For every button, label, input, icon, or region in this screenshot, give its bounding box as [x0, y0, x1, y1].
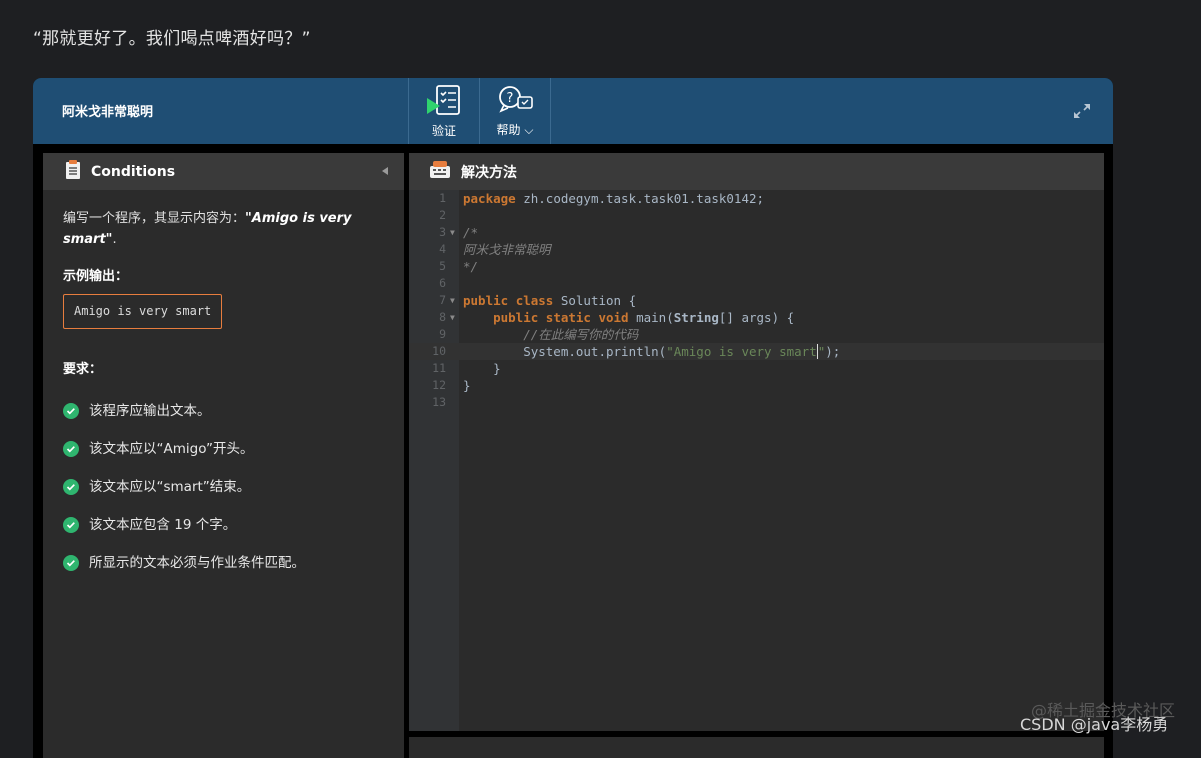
conditions-panel: Conditions 编写一个程序，其显示内容为："Amigo is very … — [43, 153, 404, 758]
code-line: 7 ▼ public class Solution { — [409, 292, 1104, 309]
verify-button[interactable]: 验证 — [409, 78, 479, 144]
line-number: 6 — [439, 276, 446, 290]
task-editor: 阿米戈非常聪明 验证 ? 帮助 ⌵ Conditions 编写一个程序，其显示内… — [33, 78, 1113, 758]
code-comment: //在此编写你的代码 — [463, 327, 639, 342]
task-toolbar: 阿米戈非常聪明 验证 ? 帮助 ⌵ — [33, 78, 1113, 144]
code-comment: /* — [463, 225, 479, 240]
dialogue-quote: “那就更好了。我们喝点啤酒好吗？” — [33, 29, 311, 49]
code-text: } — [463, 378, 471, 393]
code-line: 1 package zh.codegym.task.task01.task0142… — [409, 190, 1104, 207]
code-lines: 1 package zh.codegym.task.task01.task0142… — [409, 190, 1104, 411]
fold-arrow-icon[interactable]: ▼ — [450, 224, 455, 241]
verify-label: 验证 — [431, 123, 456, 138]
toolbar-divider — [550, 78, 551, 144]
code-line: 8 ▼ public static void main(String[] args… — [409, 309, 1104, 326]
code-string: "Amigo is very smart — [666, 344, 817, 359]
checklist-play-icon — [425, 84, 463, 120]
description-suffix: . — [112, 232, 117, 247]
line-number: 7 — [439, 293, 446, 307]
line-number: 13 — [432, 395, 446, 409]
line-number: 2 — [439, 208, 446, 222]
solution-header: 解决方法 — [409, 153, 1104, 190]
document-list-icon — [65, 159, 81, 184]
code-text: Solution { — [553, 293, 637, 308]
requirement-text: 该文本应包含 19 个字。 — [89, 516, 237, 533]
requirement-item: 该文本应以“smart”结束。 — [63, 468, 384, 506]
check-circle-icon — [63, 403, 79, 419]
svg-text:?: ? — [507, 91, 514, 106]
code-keyword: class — [515, 293, 554, 308]
help-label: 帮助 ⌵ — [496, 122, 534, 137]
help-chat-icon: ? — [496, 85, 534, 119]
code-line-active: 10 System.out.println("Amigo is very sma… — [409, 343, 1104, 360]
code-editor[interactable]: 1 package zh.codegym.task.task01.task0142… — [409, 190, 1104, 731]
conditions-title: Conditions — [91, 163, 176, 180]
line-number: 4 — [439, 242, 446, 256]
code-text: zh.codegym.task.task01.task0142; — [515, 191, 765, 206]
task-description: 编写一个程序，其显示内容为："Amigo is very smart". — [63, 208, 384, 250]
code-line: 5 */ — [409, 258, 1104, 275]
expand-icon[interactable] — [1073, 102, 1091, 120]
requirement-item: 该文本应以“Amigo”开头。 — [63, 430, 384, 468]
fold-arrow-icon[interactable]: ▼ — [450, 309, 455, 326]
line-number: 10 — [432, 344, 446, 358]
code-line: 6 — [409, 275, 1104, 292]
watermark-author: CSDN @java李杨勇 — [1020, 715, 1169, 734]
requirements-list: 该程序应输出文本。 该文本应以“Amigo”开头。 该文本应以“smart”结束… — [63, 392, 384, 582]
sample-output-title: 示例输出： — [63, 269, 129, 284]
collapse-left-icon[interactable] — [382, 167, 388, 175]
code-keyword: package — [463, 191, 516, 206]
code-text: [] args) { — [718, 310, 795, 325]
requirement-text: 所显示的文本必须与作业条件匹配。 — [89, 554, 305, 571]
requirement-item: 该程序应输出文本。 — [63, 392, 384, 430]
solution-panel: 解决方法 1 package zh.codegym.task.task01.tas… — [409, 153, 1104, 731]
code-text: main( — [628, 310, 674, 325]
line-number: 12 — [432, 378, 446, 392]
line-number: 11 — [432, 361, 446, 375]
code-line: 13 — [409, 394, 1104, 411]
solution-title: 解决方法 — [461, 164, 517, 181]
line-number: 9 — [439, 327, 446, 341]
task-title: 阿米戈非常聪明 — [62, 105, 154, 120]
requirement-text: 该程序应输出文本。 — [89, 402, 211, 419]
help-button[interactable]: ? 帮助 ⌵ — [480, 78, 550, 144]
code-text: } — [463, 361, 501, 376]
code-text: ); — [825, 344, 841, 359]
code-keyword: public — [463, 293, 509, 308]
check-circle-icon — [63, 555, 79, 571]
code-line: 3 ▼ /* — [409, 224, 1104, 241]
conditions-header: Conditions — [43, 153, 404, 190]
line-number: 3 — [439, 225, 446, 239]
check-circle-icon — [63, 441, 79, 457]
sample-output-box: Amigo is very smart — [63, 294, 223, 329]
code-keyword: public static void — [493, 310, 629, 325]
fold-arrow-icon[interactable]: ▼ — [450, 292, 455, 309]
requirement-text: 该文本应以“smart”结束。 — [89, 478, 251, 495]
output-panel-edge — [409, 737, 1104, 758]
requirement-text: 该文本应以“Amigo”开头。 — [89, 440, 254, 457]
line-number: 1 — [439, 191, 446, 205]
code-line: 12} — [409, 377, 1104, 394]
keyboard-icon — [429, 160, 451, 183]
code-line: 2 — [409, 207, 1104, 224]
conditions-content: 编写一个程序，其显示内容为："Amigo is very smart". 示例输… — [43, 190, 404, 582]
requirement-item: 所显示的文本必须与作业条件匹配。 — [63, 544, 384, 582]
check-circle-icon — [63, 479, 79, 495]
code-comment: */ — [463, 259, 479, 274]
code-line: 9 //在此编写你的代码 — [409, 326, 1104, 343]
chevron-down-icon: ⌵ — [524, 122, 534, 137]
code-type: String — [673, 310, 719, 325]
code-line: 4 阿米戈非常聪明 — [409, 241, 1104, 258]
description-text: 编写一个程序，其显示内容为： — [63, 211, 246, 226]
line-number: 5 — [439, 259, 446, 273]
requirement-item: 该文本应包含 19 个字。 — [63, 506, 384, 544]
check-circle-icon — [63, 517, 79, 533]
code-line: 11 } — [409, 360, 1104, 377]
code-text: System.out.println( — [463, 344, 667, 359]
code-comment: 阿米戈非常聪明 — [463, 242, 551, 257]
requirements-title: 要求： — [63, 362, 103, 377]
line-number: 8 — [439, 310, 446, 324]
